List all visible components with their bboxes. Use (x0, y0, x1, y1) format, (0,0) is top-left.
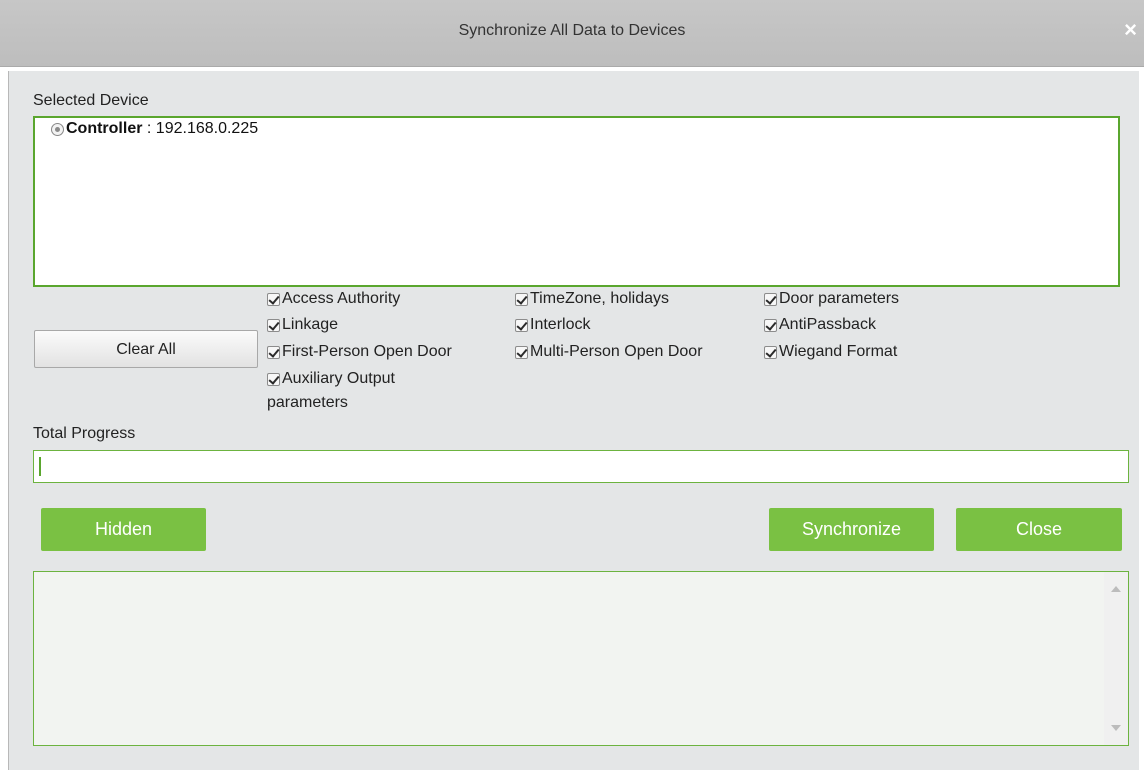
option-timezone-holidays[interactable]: TimeZone, holidays (515, 290, 669, 308)
checkbox-checked-icon[interactable] (515, 319, 528, 332)
option-multi-person-open-door[interactable]: Multi-Person Open Door (515, 343, 703, 361)
option-label: First-Person Open Door (282, 343, 452, 360)
option-label-continuation: parameters (267, 394, 348, 411)
synchronize-button[interactable]: Synchronize (769, 508, 934, 551)
option-label: Door parameters (779, 290, 900, 307)
option-label: Access Authority (282, 290, 401, 307)
total-progress-bar (33, 450, 1129, 483)
option-label: Wiegand Format (779, 343, 898, 360)
checkbox-checked-icon[interactable] (267, 346, 280, 359)
scroll-down-arrow-icon[interactable] (1111, 725, 1121, 731)
sync-dialog: Synchronize All Data to Devices × Select… (0, 0, 1144, 770)
device-name: Controller (66, 120, 143, 137)
option-wiegand-format[interactable]: Wiegand Format (764, 343, 897, 361)
sync-log-area[interactable] (33, 571, 1129, 746)
option-label: Multi-Person Open Door (530, 343, 703, 360)
selected-device-label: Selected Device (33, 92, 149, 109)
checkbox-checked-icon[interactable] (764, 346, 777, 359)
device-address: 192.168.0.225 (155, 120, 259, 137)
option-label: Auxiliary Output (282, 370, 395, 387)
option-linkage[interactable]: Linkage (267, 316, 338, 334)
log-scrollbar[interactable] (1104, 572, 1128, 745)
radio-icon[interactable] (51, 123, 64, 136)
option-first-person-open-door[interactable]: First-Person Open Door (267, 343, 452, 361)
option-label: TimeZone, holidays (530, 290, 670, 307)
hidden-button[interactable]: Hidden (41, 508, 206, 551)
option-door-parameters[interactable]: Door parameters (764, 290, 899, 308)
option-label: AntiPassback (779, 316, 876, 333)
dialog-title: Synchronize All Data to Devices (458, 22, 686, 39)
scroll-up-arrow-icon[interactable] (1111, 586, 1121, 592)
device-item-controller[interactable]: Controller : 192.168.0.225 (51, 120, 258, 138)
checkbox-checked-icon[interactable] (267, 373, 280, 386)
dialog-titlebar: Synchronize All Data to Devices × (0, 0, 1144, 67)
total-progress-label: Total Progress (33, 425, 136, 442)
checkbox-checked-icon[interactable] (764, 319, 777, 332)
checkbox-checked-icon[interactable] (267, 293, 280, 306)
option-label: Interlock (530, 316, 591, 333)
option-antipassback[interactable]: AntiPassback (764, 316, 876, 334)
option-auxiliary-output-parameters[interactable]: Auxiliary Output (267, 370, 395, 388)
close-button[interactable]: Close (956, 508, 1122, 551)
device-separator: : (142, 120, 156, 137)
checkbox-checked-icon[interactable] (515, 346, 528, 359)
option-access-authority[interactable]: Access Authority (267, 290, 400, 308)
option-interlock[interactable]: Interlock (515, 316, 590, 334)
close-icon[interactable]: × (1124, 18, 1137, 42)
checkbox-checked-icon[interactable] (267, 319, 280, 332)
clear-all-button[interactable]: Clear All (34, 330, 258, 368)
progress-fill (39, 457, 41, 476)
selected-device-list[interactable]: Controller : 192.168.0.225 (33, 116, 1120, 287)
checkbox-checked-icon[interactable] (764, 293, 777, 306)
checkbox-checked-icon[interactable] (515, 293, 528, 306)
option-label: Linkage (282, 316, 339, 333)
